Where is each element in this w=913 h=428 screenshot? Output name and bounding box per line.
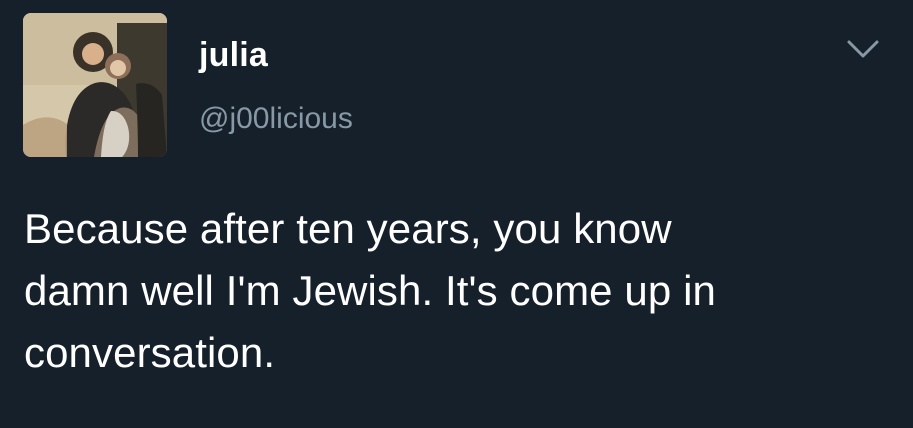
tweet-card: julia @j00licious Because after ten year… [0,0,913,428]
display-name[interactable]: julia [199,38,268,72]
chevron-down-icon[interactable] [846,38,880,60]
tweet-text: Because after ten years, you know damn w… [24,205,716,376]
avatar[interactable] [23,13,167,157]
user-handle[interactable]: @j00licious [199,104,353,134]
